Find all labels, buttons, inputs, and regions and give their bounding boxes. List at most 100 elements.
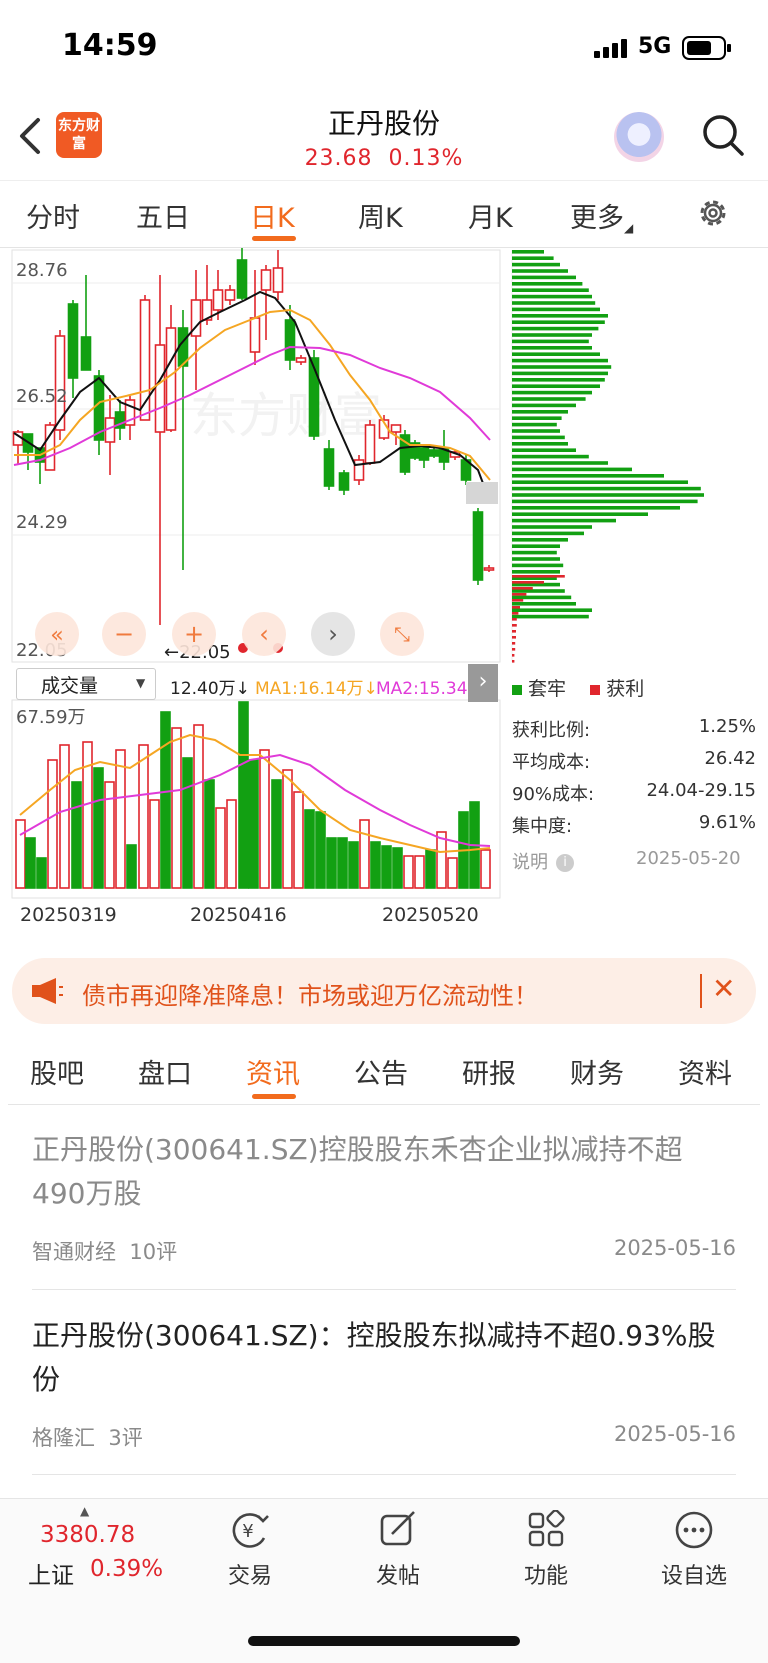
- stat-concentration: 集中度: 9.61%: [512, 812, 756, 838]
- signal-icon: [594, 39, 627, 58]
- index-change[interactable]: 0.39%: [90, 1556, 163, 1582]
- scroll-left-fast-button[interactable]: «: [35, 612, 79, 656]
- chip-bar-trapped: [512, 544, 560, 548]
- tab-monthly-k[interactable]: 月K: [468, 196, 513, 235]
- kline-chart[interactable]: 东方财富 28.76 26.52 24.29 22.05 ←22.05 « − …: [0, 248, 768, 948]
- index-value[interactable]: 3380.78: [40, 1522, 135, 1548]
- chevron-left-icon: ‹: [259, 620, 269, 648]
- news-comments[interactable]: 10评: [129, 1240, 177, 1264]
- chevron-right-icon[interactable]: ›: [468, 664, 498, 702]
- distribution-legend: 套牢 获利: [512, 674, 644, 701]
- nav-trade[interactable]: ¥ 交易: [200, 1510, 300, 1590]
- volume-bar: [160, 711, 171, 889]
- volume-bar: [425, 849, 436, 889]
- fullscreen-button[interactable]: ⤡: [380, 612, 424, 656]
- watermark: 东方财富: [190, 388, 382, 444]
- nav-functions[interactable]: 功能: [496, 1509, 596, 1590]
- home-indicator: [248, 1636, 520, 1646]
- chip-bar-profit: [512, 581, 544, 584]
- chip-bar-profit: [512, 648, 516, 651]
- news-title[interactable]: 正丹股份(300641.SZ)控股股东禾杏企业拟减持不超490万股: [32, 1128, 732, 1216]
- volume-bar: [115, 749, 126, 889]
- volume-bar: [25, 837, 36, 889]
- tab-financials[interactable]: 财务: [570, 1052, 624, 1091]
- chip-bar-trapped: [512, 390, 592, 395]
- candle-body: [154, 344, 166, 433]
- chip-bar-profit: [512, 636, 516, 639]
- news-title[interactable]: 正丹股份(300641.SZ)：控股股东拟减持不超0.93%股份: [32, 1314, 732, 1402]
- chip-bar-trapped: [512, 486, 701, 491]
- chip-bar-profit: [512, 599, 524, 602]
- stat-label: 获利比例:: [512, 720, 591, 741]
- gear-icon[interactable]: [696, 196, 730, 230]
- chip-bar-profit: [512, 642, 516, 645]
- nav-add-watchlist[interactable]: 设自选: [644, 1510, 744, 1590]
- compose-icon: [380, 1511, 415, 1546]
- chip-bar-trapped: [512, 563, 564, 568]
- zoom-out-button[interactable]: −: [102, 612, 146, 656]
- more-icon: [675, 1511, 713, 1549]
- tab-forum[interactable]: 股吧: [30, 1052, 84, 1091]
- volume-bar: [326, 837, 337, 889]
- tab-market-depth[interactable]: 盘口: [138, 1052, 192, 1091]
- tab-announcements[interactable]: 公告: [354, 1052, 408, 1091]
- chip-bar-trapped: [512, 608, 592, 612]
- index-name[interactable]: 上证: [28, 1556, 74, 1590]
- tab-more-label: 更多: [570, 203, 624, 234]
- dropdown-arrow-icon: ▼: [136, 676, 146, 690]
- stat-value: 26.42: [704, 748, 756, 769]
- candle-body: [483, 567, 495, 571]
- chip-bar-trapped: [512, 499, 698, 504]
- volume-bar: [414, 855, 425, 889]
- chip-bar-trapped: [512, 595, 572, 600]
- chip-bar-trapped: [512, 550, 557, 555]
- chip-bar-trapped: [512, 570, 560, 574]
- candle-body: [249, 317, 261, 353]
- tab-daily-k[interactable]: 日K: [250, 196, 295, 235]
- chip-bar-trapped: [512, 346, 592, 350]
- banner-text[interactable]: 债市再迎降准降息！市场或迎万亿流动性！: [82, 976, 538, 1011]
- explanation-link[interactable]: 说明 i: [512, 848, 574, 874]
- divider: [32, 1289, 736, 1290]
- news-source: 智通财经: [32, 1240, 116, 1264]
- volume-bar: [348, 841, 359, 889]
- chip-bar-trapped: [512, 474, 664, 478]
- chip-bar-trapped: [512, 531, 584, 536]
- tab-news[interactable]: 资讯: [246, 1052, 300, 1091]
- expand-up-icon[interactable]: ▲: [80, 1504, 89, 1518]
- chip-bar-profit: [512, 587, 533, 590]
- tab-more[interactable]: 更多◢: [570, 196, 633, 235]
- candle-body: [364, 424, 376, 464]
- stat-label: 集中度:: [512, 816, 573, 837]
- volume-bar: [126, 844, 137, 889]
- profit-color-swatch: [590, 684, 601, 695]
- chip-distribution: [512, 250, 704, 663]
- legend-profit: 获利: [606, 678, 645, 700]
- search-icon[interactable]: [700, 112, 746, 158]
- indicator-select[interactable]: 成交量: [16, 668, 156, 700]
- scroll-right-button[interactable]: ›: [311, 612, 355, 656]
- crosshair-price-tag: [466, 482, 498, 504]
- tab-five-day[interactable]: 五日: [136, 196, 190, 235]
- tab-profile[interactable]: 资料: [678, 1052, 732, 1091]
- tab-weekly-k[interactable]: 周K: [358, 196, 403, 235]
- tab-research[interactable]: 研报: [462, 1052, 516, 1091]
- price-tick: 24.29: [16, 512, 68, 533]
- volume-bar: [381, 845, 392, 889]
- date-label: 20250319: [20, 904, 117, 926]
- tab-intraday[interactable]: 分时: [26, 196, 80, 235]
- assistant-robot-icon[interactable]: [614, 112, 664, 162]
- nav-post[interactable]: 发帖: [348, 1510, 448, 1590]
- volume-bar: [59, 744, 70, 889]
- news-comments[interactable]: 3评: [108, 1426, 142, 1450]
- stock-change-pct: 0.13%: [388, 146, 464, 171]
- chip-bar-trapped: [512, 493, 704, 497]
- scroll-left-button[interactable]: ‹: [242, 612, 286, 656]
- volume-bar: [436, 831, 447, 889]
- close-icon[interactable]: ✕: [712, 972, 735, 1005]
- volume-bar: [248, 759, 259, 889]
- trapped-color-swatch: [512, 684, 522, 695]
- zoom-in-button[interactable]: +: [172, 612, 216, 656]
- candle-body: [212, 289, 224, 311]
- candle-body: [272, 267, 284, 293]
